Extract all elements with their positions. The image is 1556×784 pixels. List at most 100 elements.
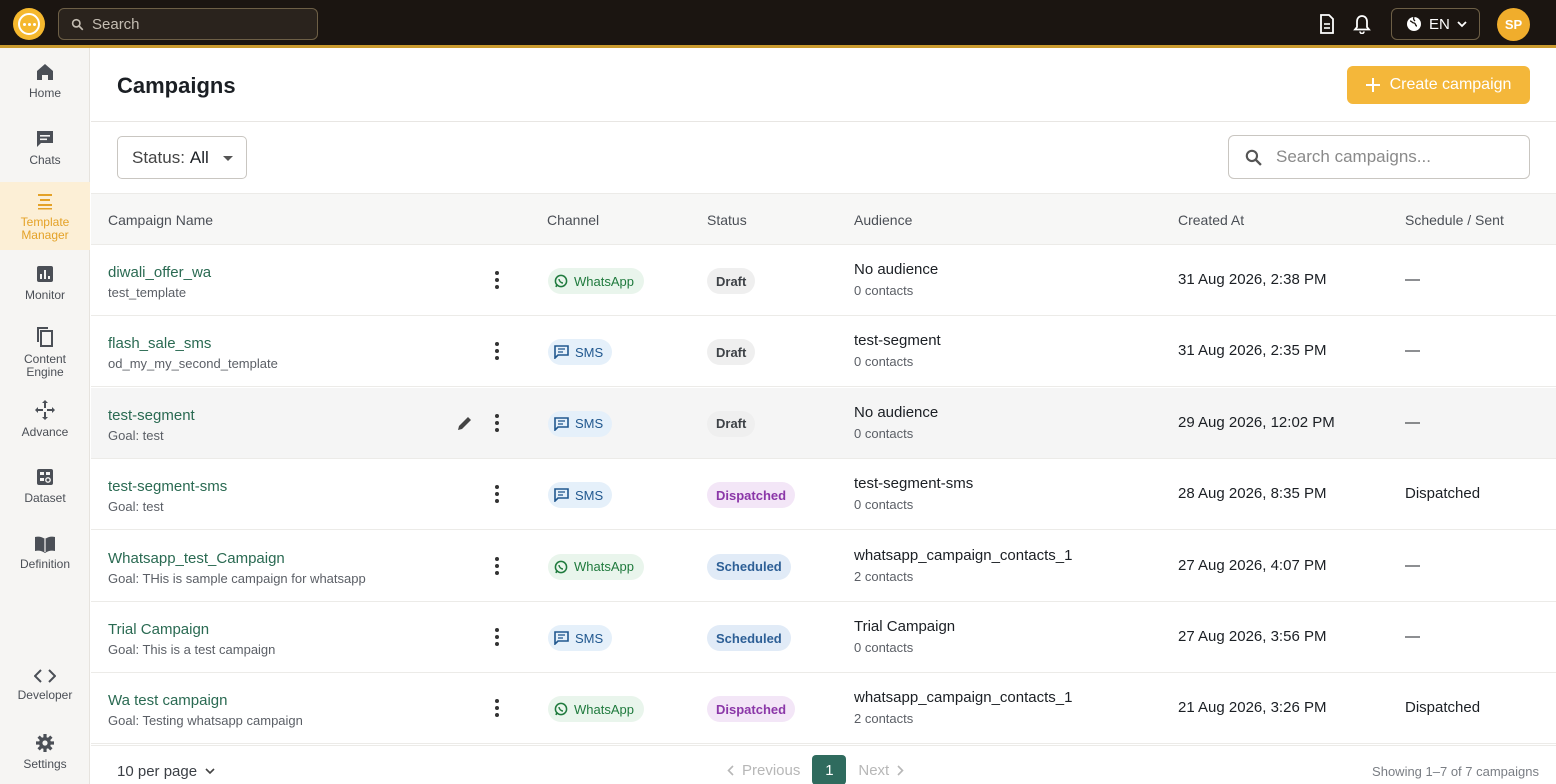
plus-icon <box>1365 78 1380 92</box>
next-page-label: Next <box>858 761 890 779</box>
audience-name: No audience <box>854 261 939 278</box>
dataset-icon <box>37 469 53 485</box>
status-badge: Dispatched <box>707 696 796 723</box>
page-title: Campaigns <box>117 73 236 98</box>
bell-icon[interactable] <box>1351 13 1373 35</box>
page-number-button[interactable]: 1 <box>812 755 847 784</box>
status-filter-select[interactable]: Status: All <box>117 136 247 179</box>
campaign-goal: Goal: This is a test campaign <box>108 642 276 657</box>
more-vertical-icon[interactable] <box>493 342 501 361</box>
table-row[interactable]: test-segment Goal: test SMS Draft No audienc… <box>91 387 1556 459</box>
sidebar-item-definition[interactable]: Definition <box>0 520 90 586</box>
status-badge: Dispatched <box>707 482 796 509</box>
sidebar-item-dataset[interactable]: Dataset <box>0 453 90 519</box>
campaign-name-cell: test-segment Goal: test <box>108 407 195 443</box>
table-row[interactable]: flash_sale_sms od_my_my_second_template SM… <box>91 316 1556 388</box>
sidebar-item-monitor[interactable]: Monitor <box>0 250 90 316</box>
more-vertical-icon[interactable] <box>493 485 501 504</box>
sidebar-item-settings[interactable]: Settings <box>0 719 90 784</box>
status-badge: Draft <box>707 268 756 294</box>
audience-contacts: 0 contacts <box>854 425 914 441</box>
more-vertical-icon[interactable] <box>493 271 501 289</box>
more-vertical-icon[interactable] <box>493 628 501 646</box>
schedule-sent-cell: — <box>1405 342 1420 360</box>
column-header-schedule-sent[interactable]: Schedule / Sent <box>1405 212 1504 228</box>
sidebar-item-label: Definition <box>19 557 71 571</box>
column-header-audience[interactable]: Audience <box>854 212 912 228</box>
campaign-name-cell: test-segment-sms Goal: test <box>108 478 227 514</box>
more-vertical-icon[interactable] <box>493 556 501 575</box>
column-header-campaign-name[interactable]: Campaign Name <box>108 212 213 228</box>
header-divider <box>91 121 1556 122</box>
table-row[interactable]: Wa test campaign Goal: Testing whatsapp c… <box>91 673 1556 745</box>
campaign-name-link[interactable]: Wa test campaign <box>108 692 303 709</box>
campaign-name-link[interactable]: flash_sale_sms <box>108 335 278 352</box>
sidebar-item-label: Content Engine <box>23 351 67 379</box>
edit-pencil-icon[interactable] <box>456 414 474 437</box>
table-row[interactable]: test-segment-sms Goal: test SMS Dispatched t… <box>91 459 1556 531</box>
message-icon <box>554 631 569 645</box>
channel-chip: WhatsApp <box>548 268 644 294</box>
audience-name: whatsapp_campaign_contacts_1 <box>854 546 1073 564</box>
channel-label: SMS <box>575 630 604 646</box>
campaign-name-link[interactable]: test-segment-sms <box>108 478 227 495</box>
create-campaign-button[interactable]: Create campaign <box>1347 66 1530 104</box>
chevron-down-icon <box>205 768 215 775</box>
audience-contacts: 2 contacts <box>854 711 914 727</box>
more-vertical-icon[interactable] <box>493 699 501 718</box>
campaign-search-placeholder: Search campaigns... <box>1276 147 1431 166</box>
app-logo[interactable] <box>13 8 45 40</box>
sidebar-item-template-manager[interactable]: Template Manager <box>0 182 90 250</box>
channel-label: SMS <box>575 344 604 360</box>
audience-name: test-segment-sms <box>854 475 974 493</box>
sidebar-item-label: Advance <box>21 425 69 439</box>
audience-cell: No audience 0 contacts <box>854 261 938 298</box>
status-badge: Draft <box>707 410 756 437</box>
per-page-select[interactable]: 10 per page <box>117 763 215 780</box>
advance-icon <box>35 400 55 420</box>
audience-cell: No audience 0 contacts <box>854 404 938 441</box>
sidebar-item-advance[interactable]: Advance <box>0 386 90 452</box>
audience-cell: whatsapp_campaign_contacts_1 2 contacts <box>854 689 1072 726</box>
more-vertical-icon[interactable] <box>493 413 501 432</box>
sidebar-item-label: Home <box>28 86 61 100</box>
campaign-name-cell: flash_sale_sms od_my_my_second_template <box>108 335 278 371</box>
logo-mark <box>18 13 40 35</box>
user-avatar[interactable]: SP <box>1497 8 1530 41</box>
campaign-name-link[interactable]: diwali_offer_wa <box>108 264 211 281</box>
next-page-button[interactable]: Next <box>858 762 904 779</box>
language-selector[interactable]: EN <box>1391 8 1480 40</box>
copy-icon <box>37 326 53 347</box>
column-header-channel[interactable]: Channel <box>547 212 599 228</box>
table-row[interactable]: Whatsapp_test_Campaign Goal: THis is samp… <box>91 531 1556 602</box>
created-at-cell: 28 Aug 2026, 8:35 PM <box>1178 485 1327 503</box>
sidebar-item-content-engine[interactable]: Content Engine <box>0 317 90 387</box>
created-at-cell: 21 Aug 2026, 3:26 PM <box>1178 699 1327 717</box>
message-icon <box>554 488 569 503</box>
column-header-status[interactable]: Status <box>707 212 747 228</box>
campaign-name-link[interactable]: Whatsapp_test_Campaign <box>108 550 366 567</box>
main-content: Campaigns Create campaign Status: All Se… <box>91 48 1556 784</box>
global-search-input[interactable]: Search <box>58 8 318 40</box>
schedule-sent-cell: — <box>1405 271 1420 288</box>
campaign-goal: Goal: test <box>108 499 164 515</box>
sidebar-item-home[interactable]: Home <box>0 48 90 114</box>
document-icon[interactable] <box>1316 13 1338 35</box>
sidebar-item-chats[interactable]: Chats <box>0 115 90 181</box>
campaign-name-link[interactable]: test-segment <box>108 407 195 424</box>
channel-chip: WhatsApp <box>548 696 644 723</box>
schedule-sent-cell: — <box>1405 413 1420 431</box>
table-header: Campaign Name Channel Status Audience Cr… <box>91 193 1556 245</box>
previous-page-button[interactable]: Previous <box>727 762 800 779</box>
message-icon <box>554 345 569 360</box>
campaign-name-link[interactable]: Trial Campaign <box>108 621 275 638</box>
chevron-down-icon <box>1457 21 1467 28</box>
sidebar-item-developer[interactable]: Developer <box>0 652 90 718</box>
column-header-created-at[interactable]: Created At <box>1178 212 1244 228</box>
table-row[interactable]: diwali_offer_wa test_template WhatsApp Draf… <box>91 245 1556 316</box>
channel-label: WhatsApp <box>574 273 634 289</box>
audience-contacts: 2 contacts <box>854 568 914 584</box>
table-row[interactable]: Trial Campaign Goal: This is a test campa… <box>91 602 1556 673</box>
campaign-search-input[interactable]: Search campaigns... <box>1228 135 1530 179</box>
campaign-goal: od_my_my_second_template <box>108 356 278 372</box>
